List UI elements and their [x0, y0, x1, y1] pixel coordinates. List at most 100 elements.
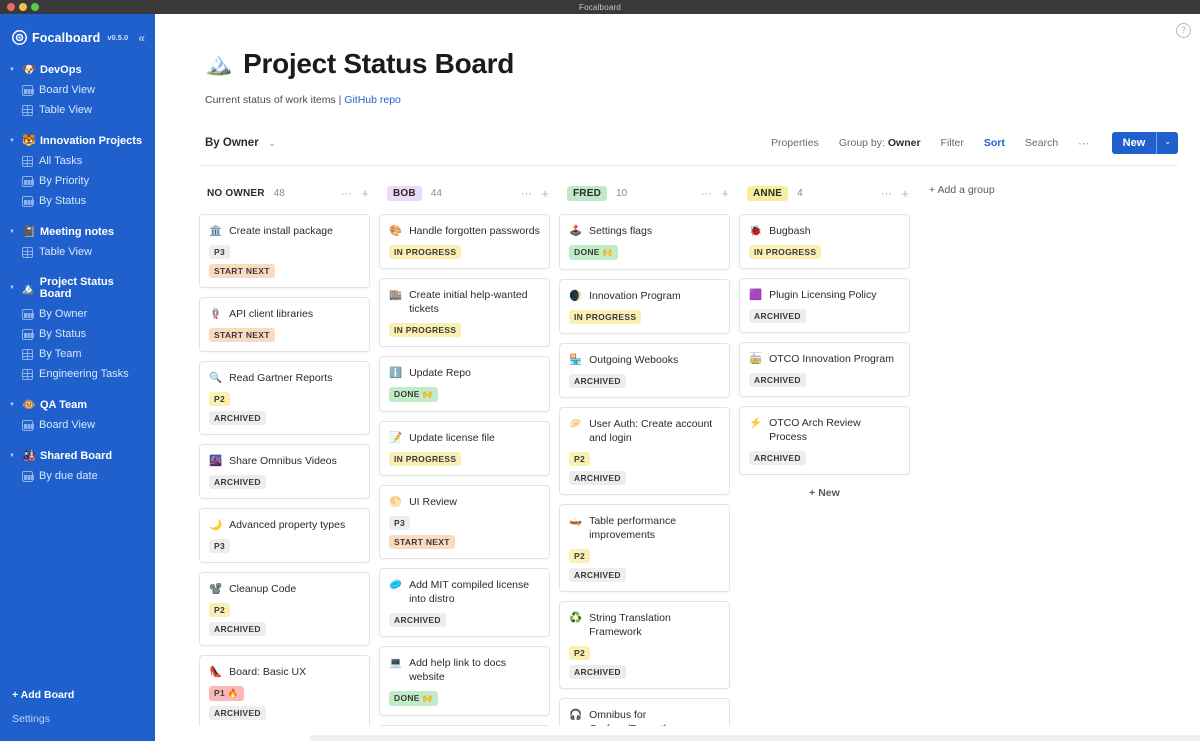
sidebar-board-devops[interactable]: ▼🐶DevOps — [0, 59, 155, 80]
kanban-card[interactable]: 🚋OTCO Innovation ProgramARCHIVED — [739, 342, 910, 397]
kanban-card[interactable]: 🌆Share Omnibus VideosARCHIVED — [199, 444, 370, 499]
collapse-sidebar-icon[interactable]: « — [138, 31, 145, 45]
kanban-card[interactable]: 🏪Outgoing WebooksARCHIVED — [559, 343, 730, 398]
kanban-card[interactable]: 🎨Handle forgotten passwordsIN PROGRESS — [379, 214, 550, 269]
sidebar-view-table-view[interactable]: Table View — [0, 100, 155, 120]
sidebar-view-by-status[interactable]: By Status — [0, 191, 155, 211]
sidebar-view-table-view[interactable]: Table View — [0, 242, 155, 262]
kanban-column-header: FRED10⋯+ — [559, 183, 739, 203]
caret-down-icon[interactable]: ▼ — [9, 453, 17, 459]
card-title-text: Create initial help-wanted tickets — [409, 288, 540, 316]
group-by-prefix: Group by: — [839, 137, 888, 149]
kanban-card[interactable]: 🏛️Create install packageP3START NEXT — [199, 214, 370, 288]
kanban-card[interactable]: 📽️Cleanup CodeP2ARCHIVED — [199, 572, 370, 646]
kanban-card[interactable]: 🕹️Settings flagsDONE 🙌 — [559, 214, 730, 270]
view-selector[interactable]: By Owner ⌄ — [199, 137, 275, 149]
kanban-card[interactable]: ℹ️Update RepoDONE 🙌 — [379, 356, 550, 412]
kanban-card[interactable]: 💻Add help link to docs websiteDONE 🙌 — [379, 646, 550, 716]
new-card-button[interactable]: New ⌄ — [1112, 132, 1178, 154]
card-title-text: Add MIT compiled license into distro — [409, 578, 540, 606]
status-badge: ARCHIVED — [569, 568, 626, 582]
kanban-card[interactable]: 📝Update license fileIN PROGRESS — [379, 421, 550, 476]
group-by-value: Owner — [888, 137, 921, 149]
kanban-card[interactable]: 🛶Table performance improvementsP2ARCHIVE… — [559, 504, 730, 592]
status-badge: ARCHIVED — [749, 309, 806, 323]
card-properties: START NEXT — [209, 328, 360, 342]
caret-down-icon[interactable]: ▼ — [9, 229, 17, 235]
column-more-icon[interactable]: ⋯ — [521, 187, 533, 200]
sidebar-view-engineering-tasks[interactable]: Engineering Tasks — [0, 364, 155, 384]
column-card-count: 48 — [274, 188, 285, 199]
sidebar-board-project-status-board[interactable]: ▼🏔️Project Status Board — [0, 272, 155, 304]
sidebar-view-by-due-date[interactable]: By due date — [0, 466, 155, 486]
sidebar-board-group: ▼🏔️Project Status Board By Owner By Status… — [0, 272, 155, 384]
board-view-icon — [22, 471, 33, 482]
group-by-button[interactable]: Group by: Owner — [839, 137, 921, 149]
kanban-card[interactable]: 🪢API client librariesSTART NEXT — [199, 297, 370, 352]
kanban-card[interactable]: 🌕UI ReviewP3START NEXT — [379, 485, 550, 559]
sidebar-view-all-tasks[interactable]: All Tasks — [0, 151, 155, 171]
column-more-icon[interactable]: ⋯ — [341, 187, 353, 200]
sidebar-view-board-view[interactable]: Board View — [0, 415, 155, 435]
sidebar-view-by-team[interactable]: By Team — [0, 344, 155, 364]
sort-button[interactable]: Sort — [984, 137, 1005, 149]
more-options-icon[interactable]: ⋯ — [1078, 137, 1090, 150]
properties-button[interactable]: Properties — [771, 137, 819, 149]
sidebar-view-by-priority[interactable]: By Priority — [0, 171, 155, 191]
sidebar-view-label: By Owner — [39, 308, 87, 320]
kanban-card[interactable]: 🌿Show comment user nameDONE 🙌 — [379, 725, 550, 726]
github-repo-link[interactable]: GitHub repo — [344, 94, 401, 106]
column-group-name[interactable]: ANNE — [747, 186, 788, 201]
kanban-card[interactable]: 🐞BugbashIN PROGRESS — [739, 214, 910, 269]
sidebar-view-board-view[interactable]: Board View — [0, 80, 155, 100]
new-card-dropdown-icon[interactable]: ⌄ — [1157, 132, 1178, 154]
kanban-card-list: 🐞BugbashIN PROGRESS 🟪Plugin Licensing Pol… — [739, 214, 919, 475]
caret-down-icon[interactable]: ▼ — [9, 138, 17, 144]
kanban-card[interactable]: 🌒Innovation ProgramIN PROGRESS — [559, 279, 730, 334]
column-more-icon[interactable]: ⋯ — [701, 187, 713, 200]
kanban-card[interactable]: 🔍Read Gartner ReportsP2ARCHIVED — [199, 361, 370, 435]
sidebar-view-by-owner[interactable]: By Owner — [0, 304, 155, 324]
kanban-card[interactable]: ⚡OTCO Arch Review ProcessARCHIVED — [739, 406, 910, 475]
kanban-card[interactable]: 🟪Plugin Licensing PolicyARCHIVED — [739, 278, 910, 333]
kanban-card[interactable]: 🏬Create initial help-wanted ticketsIN PR… — [379, 278, 550, 347]
filter-button[interactable]: Filter — [941, 137, 964, 149]
help-icon[interactable]: ? — [1176, 23, 1191, 38]
caret-down-icon[interactable]: ▼ — [9, 285, 17, 291]
settings-button[interactable]: Settings — [12, 707, 143, 731]
add-board-button[interactable]: + Add Board — [12, 683, 143, 707]
card-properties: P3 — [209, 539, 360, 553]
caret-down-icon[interactable]: ▼ — [9, 402, 17, 408]
kanban-card[interactable]: 👠Board: Basic UXP1 🔥ARCHIVED — [199, 655, 370, 726]
sidebar-view-by-status[interactable]: By Status — [0, 324, 155, 344]
search-button[interactable]: Search — [1025, 137, 1058, 149]
card-emoji-icon: 👠 — [209, 665, 222, 679]
board-emoji-icon[interactable]: 🏔️ — [205, 51, 232, 77]
sidebar-board-shared-board[interactable]: ▼🎎Shared Board — [0, 445, 155, 466]
sidebar-board-qa-team[interactable]: ▼🐵QA Team — [0, 394, 155, 415]
column-actions: ⋯+ — [341, 186, 369, 201]
add-card-button[interactable]: + New — [739, 475, 910, 499]
column-group-name[interactable]: BOB — [387, 186, 422, 201]
kanban-card[interactable]: ♻️String Translation FrameworkP2ARCHIVED — [559, 601, 730, 689]
board-emoji-icon: 🐶 — [22, 63, 35, 76]
board-title-text[interactable]: Project Status Board — [243, 48, 514, 80]
column-add-card-icon[interactable]: + — [361, 186, 369, 201]
card-title: 📝Update license file — [389, 431, 540, 445]
column-more-icon[interactable]: ⋯ — [881, 187, 893, 200]
kanban-card[interactable]: 🥏Add MIT compiled license into distroARC… — [379, 568, 550, 637]
caret-down-icon[interactable]: ▼ — [9, 67, 17, 73]
sidebar-board-innovation-projects[interactable]: ▼🐯Innovation Projects — [0, 130, 155, 151]
add-group-button[interactable]: + Add a group — [919, 183, 995, 726]
card-title: 🥏Add MIT compiled license into distro — [389, 578, 540, 606]
column-group-name[interactable]: FRED — [567, 186, 607, 201]
column-add-card-icon[interactable]: + — [721, 186, 729, 201]
column-group-name[interactable]: NO OWNER — [207, 187, 265, 200]
kanban-card[interactable]: 🎧Omnibus for Grafana/PormetheusARCHIVED — [559, 698, 730, 726]
column-add-card-icon[interactable]: + — [541, 186, 549, 201]
kanban-card[interactable]: 🌙Advanced property typesP3 — [199, 508, 370, 563]
column-add-card-icon[interactable]: + — [901, 186, 909, 201]
sidebar-board-meeting-notes[interactable]: ▼📓Meeting notes — [0, 221, 155, 242]
horizontal-scrollbar[interactable] — [310, 735, 1200, 741]
kanban-card[interactable]: 🥟User Auth: Create account and loginP2AR… — [559, 407, 730, 495]
